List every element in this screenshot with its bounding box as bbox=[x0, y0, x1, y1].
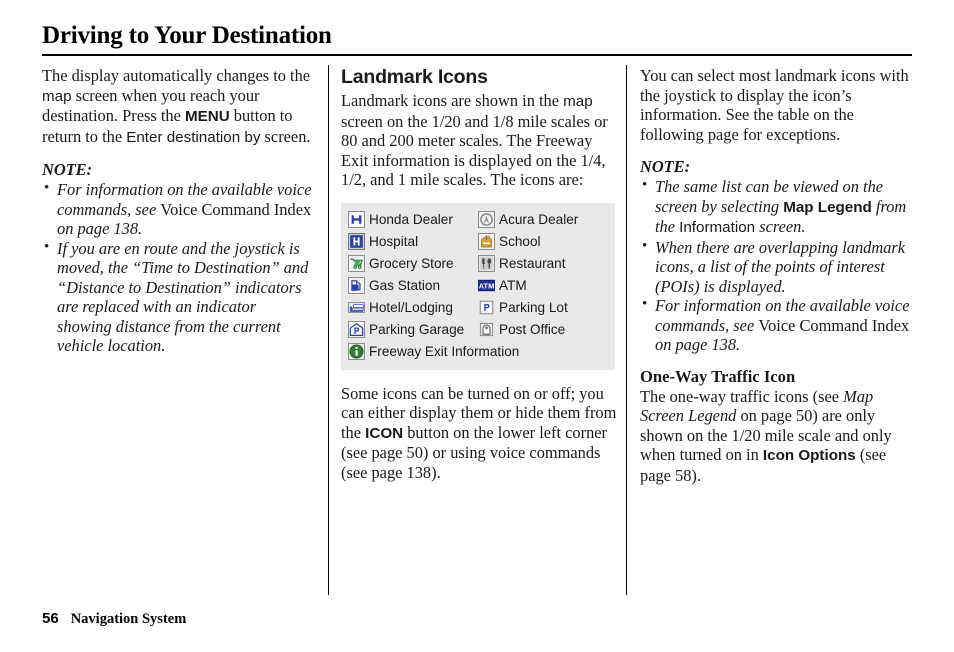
legend-entry-grocery-store: Grocery Store bbox=[348, 255, 478, 272]
list-item: The same list can be viewed on the scree… bbox=[640, 176, 915, 238]
enter-destination-screen-word: Enter destination by bbox=[126, 128, 261, 146]
list-item: When there are overlapping landmark icon… bbox=[640, 237, 915, 297]
left-note-2-a: If you are en route and the joystick is … bbox=[57, 238, 309, 356]
middle-outro-paragraph: Some icons can be turned on or off; you … bbox=[341, 384, 617, 483]
right-body-s1: The one-way traffic icons (see bbox=[640, 386, 844, 406]
title-divider-rule bbox=[42, 54, 912, 56]
footer-page-number: 56 bbox=[42, 610, 59, 627]
map-legend-screen-word: Map Legend bbox=[783, 198, 872, 216]
legend-entry-hotel-lodging: Hotel/Lodging bbox=[348, 299, 478, 316]
voice-command-index-ref: Voice Command Index bbox=[758, 315, 910, 335]
one-way-traffic-icon-heading: One-Way Traffic Icon bbox=[640, 366, 796, 386]
legend-label: Parking Lot bbox=[499, 300, 568, 315]
legend-label: Hospital bbox=[369, 234, 419, 249]
legend-label: Parking Garage bbox=[369, 322, 465, 337]
legend-entry-post-office: Post Office bbox=[478, 321, 608, 338]
left-note-1-ref: Voice Command Index bbox=[160, 199, 312, 219]
atm-icon: ATM bbox=[478, 279, 495, 292]
list-item: For information on the available voice c… bbox=[42, 179, 314, 239]
right-note-2-a: When there are overlapping landmark icon… bbox=[655, 237, 906, 296]
legend-entry-school: School bbox=[478, 233, 608, 250]
hotel-lodging-icon bbox=[348, 302, 365, 313]
middle-intro-s1: Landmark icons are shown in the bbox=[341, 91, 564, 110]
legend-label: ATM bbox=[499, 278, 527, 293]
legend-label: Post Office bbox=[499, 322, 566, 337]
middle-intro-paragraph: Landmark icons are shown in the map scre… bbox=[341, 91, 617, 190]
legend-entry-parking-garage: Parking Garage bbox=[348, 321, 478, 338]
table-row: Freeway Exit Information bbox=[348, 341, 608, 363]
table-row: Hospital School bbox=[348, 231, 608, 253]
table-row: Grocery Store Restaurant bbox=[348, 253, 608, 275]
table-row: Parking Garage Post Office bbox=[348, 319, 608, 341]
left-intro-s4: screen. bbox=[260, 126, 311, 146]
legend-entry-atm: ATM ATM bbox=[478, 277, 608, 294]
legend-label: Honda Dealer bbox=[369, 212, 453, 227]
left-note-1-c: on page 138. bbox=[57, 219, 143, 238]
honda-dealer-icon bbox=[348, 211, 365, 228]
left-intro-paragraph: The display automatically changes to the… bbox=[42, 66, 314, 147]
legend-label: Restaurant bbox=[499, 256, 566, 271]
legend-entry-gas-station: Gas Station bbox=[348, 277, 478, 294]
list-item: For information on the available voice c… bbox=[640, 295, 915, 355]
right-intro-paragraph: You can select most landmark icons with … bbox=[640, 66, 909, 144]
list-item: If you are en route and the joystick is … bbox=[42, 238, 314, 356]
legend-entry-honda-dealer: Honda Dealer bbox=[348, 211, 478, 228]
legend-entry-freeway-exit-information: Freeway Exit Information bbox=[348, 343, 608, 360]
svg-text:ATM: ATM bbox=[479, 281, 494, 290]
map-screen-word: map bbox=[563, 93, 593, 110]
right-note-list: The same list can be viewed on the scree… bbox=[640, 176, 915, 355]
left-note-list: For information on the available voice c… bbox=[42, 179, 314, 356]
legend-entry-hospital: Hospital bbox=[348, 233, 478, 250]
column-right: You can select most landmark icons with … bbox=[640, 66, 915, 485]
right-note-3-c: on page 138. bbox=[655, 335, 741, 354]
left-intro-s1: The display automatically changes to the bbox=[42, 66, 311, 85]
hospital-icon bbox=[348, 233, 365, 250]
column-divider-right bbox=[626, 65, 627, 595]
right-note-1-c: screen. bbox=[755, 217, 806, 236]
legend-entry-restaurant: Restaurant bbox=[478, 255, 608, 272]
table-row: Gas Station ATM ATM bbox=[348, 275, 608, 297]
gas-station-icon bbox=[348, 277, 365, 294]
footer-section-name: Navigation System bbox=[70, 611, 187, 627]
manual-page: Driving to Your Destination The display … bbox=[0, 0, 954, 652]
map-screen-word: map bbox=[42, 87, 72, 105]
landmark-icon-table: Honda Dealer Acura Dealer Hospital Schoo… bbox=[341, 202, 615, 370]
post-office-icon bbox=[479, 322, 494, 337]
parking-garage-icon bbox=[348, 321, 365, 338]
acura-dealer-icon bbox=[478, 211, 495, 228]
table-row: Hotel/Lodging Parking Lot bbox=[348, 297, 608, 319]
icon-options-screen-word: Icon Options bbox=[762, 447, 856, 464]
page-footer: 56 Navigation System bbox=[42, 610, 186, 628]
legend-label: Acura Dealer bbox=[499, 212, 579, 227]
freeway-exit-information-icon bbox=[348, 343, 365, 360]
parking-lot-icon bbox=[479, 300, 494, 315]
grocery-store-icon bbox=[348, 255, 365, 272]
information-screen-word: Information bbox=[679, 219, 756, 236]
legend-entry-acura-dealer: Acura Dealer bbox=[478, 211, 608, 228]
table-row: Honda Dealer Acura Dealer bbox=[348, 209, 608, 231]
legend-label: Grocery Store bbox=[369, 256, 454, 271]
restaurant-icon bbox=[478, 255, 495, 272]
right-note-label: NOTE: bbox=[640, 157, 691, 176]
column-divider-left bbox=[328, 65, 329, 595]
legend-label: School bbox=[499, 234, 541, 249]
column-left: The display automatically changes to the… bbox=[42, 66, 314, 368]
page-title: Driving to Your Destination bbox=[42, 22, 332, 49]
legend-entry-parking-lot: Parking Lot bbox=[478, 299, 608, 316]
legend-label: Freeway Exit Information bbox=[369, 344, 520, 359]
menu-button-word: MENU bbox=[184, 108, 230, 125]
middle-intro-s2: screen on the 1/20 and 1/8 mile scales o… bbox=[341, 111, 608, 190]
column-middle: Landmark Icons Landmark icons are shown … bbox=[341, 66, 617, 482]
school-icon bbox=[478, 233, 495, 250]
left-note-label: NOTE: bbox=[42, 160, 93, 179]
landmark-icons-heading: Landmark Icons bbox=[341, 66, 488, 88]
icon-button-word: ICON bbox=[365, 424, 404, 442]
right-body-paragraph: The one-way traffic icons (see Map Scree… bbox=[640, 387, 915, 486]
legend-label: Gas Station bbox=[369, 278, 441, 293]
legend-label: Hotel/Lodging bbox=[369, 300, 453, 315]
